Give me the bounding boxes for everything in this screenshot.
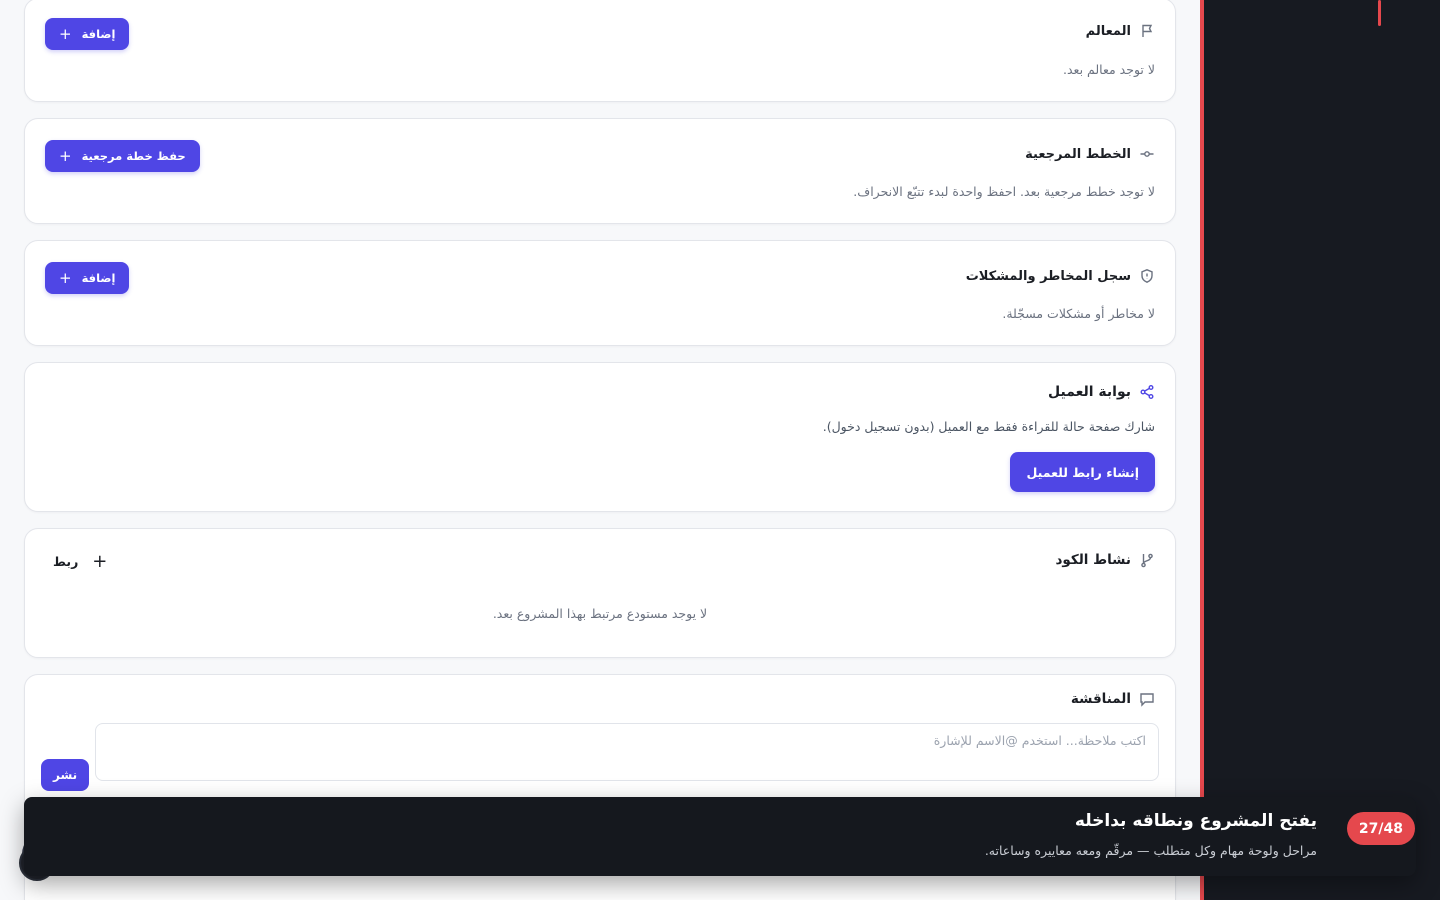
milestones-title: المعالم (1085, 23, 1131, 39)
baselines-empty-text: لا توجد خطط مرجعية بعد. احفظ واحدة لبدء … (853, 184, 1155, 199)
plus-icon: + (92, 551, 108, 572)
save-baseline-label: حفظ خطة مرجعية (81, 149, 186, 163)
client-portal-header: بوابة العميل (1048, 384, 1155, 400)
risks-title: سجل المخاطر والمشكلات (965, 268, 1131, 284)
milestones-header: المعالم (1086, 23, 1155, 39)
discussion-header: المناقشة (1071, 691, 1155, 707)
discussion-title: المناقشة (1070, 691, 1131, 707)
rail-highlight-mark (1378, 0, 1381, 26)
milestones-empty-text: لا توجد معالم بعد. (1063, 62, 1155, 77)
add-risk-button[interactable]: إضافة + (45, 262, 130, 294)
code-activity-header: نشاط الكود (1055, 552, 1155, 568)
share-icon (1139, 384, 1155, 400)
risks-header: سجل المخاطر والمشكلات (966, 268, 1155, 284)
baselines-header: الخطط المرجعية (1025, 146, 1155, 162)
add-risk-label: إضافة (81, 271, 116, 285)
code-activity-empty-text: لا يوجد مستودع مرتبط بهذا المشروع بعد. (492, 606, 708, 621)
risks-empty-text: لا مخاطر أو مشكلات مسجّلة. (1002, 306, 1155, 321)
client-portal-description: شارك صفحة حالة للقراءة فقط مع العميل (بد… (822, 419, 1155, 434)
message-square-icon (1139, 691, 1155, 707)
client-portal-card: بوابة العميل شارك صفحة حالة للقراءة فقط … (24, 362, 1176, 512)
link-repository-label: ربط (53, 554, 79, 569)
client-portal-title: بوابة العميل (1047, 384, 1131, 400)
plus-icon: + (59, 268, 72, 287)
plus-icon: + (59, 146, 72, 165)
flag-icon (1139, 23, 1155, 39)
commit-icon (1139, 146, 1155, 162)
tour-description: مراحل ولوحة مهام وكل متطلب — مرقّم ومعه … (984, 843, 1317, 858)
discussion-note-input[interactable]: اكتب ملاحظة... استخدم @الاسم للإشارة (95, 723, 1159, 781)
code-activity-card: نشاط الكود + ربط لا يوجد مستودع مرتبط به… (24, 528, 1176, 658)
link-repository-button[interactable]: + ربط (53, 551, 107, 572)
add-milestone-button[interactable]: إضافة + (45, 18, 130, 50)
add-milestone-label: إضافة (81, 27, 116, 41)
milestones-card: المعالم إضافة + لا توجد معالم بعد. (24, 0, 1176, 102)
plus-icon: + (59, 24, 72, 43)
tour-title: يفتح المشروع ونطاقه بداخله (1074, 811, 1317, 831)
tour-step-badge: 27/48 (1346, 812, 1415, 845)
risks-card: سجل المخاطر والمشكلات إضافة + لا مخاطر أ… (24, 240, 1176, 346)
tour-tooltip: 27/48 يفتح المشروع ونطاقه بداخله مراحل و… (24, 797, 1416, 876)
shield-alert-icon (1139, 268, 1155, 284)
code-activity-title: نشاط الكود (1055, 552, 1131, 568)
create-client-link-button[interactable]: إنشاء رابط للعميل (1010, 452, 1155, 492)
git-branch-icon (1139, 552, 1155, 568)
project-main-panel: المعالم إضافة + لا توجد معالم بعد. الخطط… (0, 0, 1200, 900)
baselines-title: الخطط المرجعية (1025, 146, 1131, 162)
right-side-rail (1200, 0, 1440, 900)
baselines-card: الخطط المرجعية حفظ خطة مرجعية + لا توجد … (24, 118, 1176, 224)
save-baseline-button[interactable]: حفظ خطة مرجعية + (45, 140, 200, 172)
post-note-button[interactable]: نشر (41, 759, 90, 791)
